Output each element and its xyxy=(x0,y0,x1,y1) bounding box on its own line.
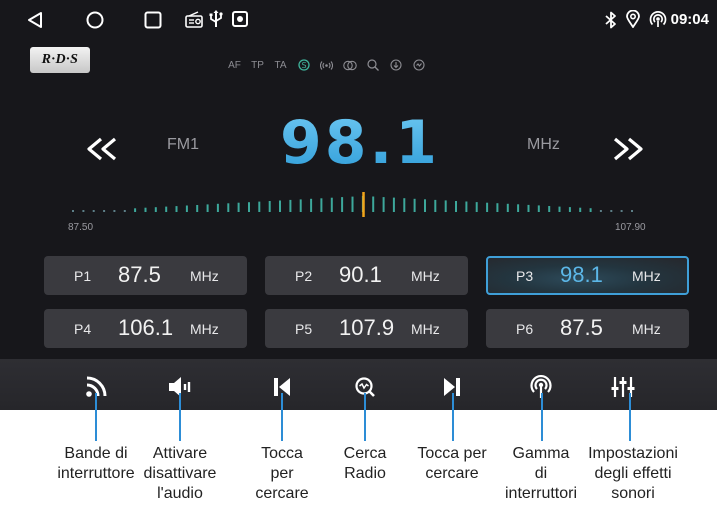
scale-ticks[interactable] xyxy=(0,190,717,225)
caption-line: Gamma xyxy=(512,445,570,462)
preset-frequency: 98.1 xyxy=(560,262,603,287)
svg-text:S: S xyxy=(301,61,306,70)
location-icon xyxy=(626,10,640,28)
recents-square-icon[interactable] xyxy=(144,11,162,29)
preset-unit: MHz xyxy=(632,321,661,337)
broadcast-icon[interactable] xyxy=(315,57,338,73)
preset-p5[interactable]: P5 107.9 MHz xyxy=(265,309,468,348)
caption-line: di xyxy=(534,465,548,482)
double-chevron-left-icon xyxy=(87,137,117,161)
bottom-toolbar xyxy=(0,359,717,410)
status-bar: 09:04 xyxy=(0,0,717,40)
preset-p2[interactable]: P2 90.1 MHz xyxy=(265,256,468,295)
caption-line: Tocca per xyxy=(417,445,487,462)
back-triangle-icon[interactable] xyxy=(27,11,43,29)
ta-toggle[interactable]: TA xyxy=(269,57,292,73)
preset-number: P5 xyxy=(295,321,313,337)
media-icon xyxy=(232,11,248,27)
af-toggle[interactable]: AF xyxy=(223,57,246,73)
tuning-scale[interactable]: 87.50 107.90 xyxy=(0,190,717,235)
preset-frequency: 87.5 xyxy=(118,262,161,287)
callout-line xyxy=(629,393,631,441)
band-label[interactable]: FM1 xyxy=(167,136,199,154)
callout-line xyxy=(179,393,181,441)
preset-number: P4 xyxy=(74,321,92,337)
preset-frequency: 106.1 xyxy=(118,315,174,340)
stereo-icon[interactable]: S xyxy=(292,57,315,73)
preset-p1[interactable]: P1 87.5 MHz xyxy=(44,256,247,295)
preset-number: P1 xyxy=(74,268,92,284)
caption-line: sonori xyxy=(611,485,655,502)
rds-badge[interactable]: R·D·S xyxy=(30,47,90,73)
caption-line: interruttore xyxy=(57,465,135,482)
preset-unit: MHz xyxy=(411,321,440,337)
caption-line: cercare xyxy=(255,485,309,502)
seek-forward-button[interactable] xyxy=(608,133,648,165)
equalizer-button[interactable] xyxy=(603,373,643,401)
caption-line: Impostazioni xyxy=(588,445,678,462)
caption-search-radio: Cerca Radio xyxy=(325,444,405,484)
caption-seek-previous: Tocca per cercare xyxy=(242,444,322,504)
equalizer-icon xyxy=(611,377,635,397)
scale-min-label: 87.50 xyxy=(68,222,94,233)
rds-options: AF TP TA S xyxy=(223,57,430,73)
preset-number: P3 xyxy=(516,268,534,284)
callout-line xyxy=(95,393,97,441)
preset-unit: MHz xyxy=(632,268,661,284)
scale-max-label: 107.90 xyxy=(615,222,646,233)
caption-seek-next: Tocca per cercare xyxy=(405,444,499,484)
caption-line: Attivare xyxy=(152,445,208,462)
callout-line xyxy=(541,393,543,441)
caption-line: Radio xyxy=(344,465,386,482)
preset-unit: MHz xyxy=(411,268,440,284)
radio-icon xyxy=(185,11,203,28)
unit-label: MHz xyxy=(527,136,560,153)
caption-line: Bande di xyxy=(64,445,128,462)
loudness-icon[interactable] xyxy=(338,57,361,73)
caption-equalizer: Impostazioni degli effetti sonori xyxy=(578,444,688,504)
tp-toggle[interactable]: TP xyxy=(246,57,269,73)
caption-line: l'audio xyxy=(157,485,203,502)
preset-frequency: 90.1 xyxy=(339,262,382,287)
caption-line: degli effetti xyxy=(594,465,672,482)
caption-mute: Attivare disattivare l'audio xyxy=(135,444,225,504)
preset-unit: MHz xyxy=(190,268,219,284)
clock: 09:04 xyxy=(670,11,709,28)
callout-line xyxy=(364,393,366,441)
preset-frequency: 107.9 xyxy=(339,315,395,340)
caption-line: Cerca xyxy=(343,445,387,462)
caption-line: cercare xyxy=(425,465,479,482)
hotspot-icon xyxy=(649,10,667,28)
caption-line: disattivare xyxy=(143,465,217,482)
double-chevron-right-icon xyxy=(613,137,643,161)
seek-back-button[interactable] xyxy=(82,133,122,165)
preset-number: P6 xyxy=(516,321,534,337)
preset-frequency: 87.5 xyxy=(560,315,603,340)
preset-p3[interactable]: P3 98.1 MHz xyxy=(486,256,689,295)
caption-line: Tocca xyxy=(261,445,303,462)
preset-p4[interactable]: P4 106.1 MHz xyxy=(44,309,247,348)
download-icon[interactable] xyxy=(384,57,407,73)
home-circle-icon[interactable] xyxy=(86,11,104,29)
scan-icon[interactable] xyxy=(407,57,430,73)
callout-line xyxy=(452,393,454,441)
preset-number: P2 xyxy=(295,268,313,284)
preset-p6[interactable]: P6 87.5 MHz xyxy=(486,309,689,348)
caption-range-switch: Gamma di interruttori xyxy=(497,444,585,504)
caption-line: interruttori xyxy=(504,485,578,502)
radio-screen: 09:04 R·D·S AF TP TA S FM1 98.1 MHz 87.5… xyxy=(0,0,717,410)
search-icon[interactable] xyxy=(361,57,384,73)
caption-band-switch: Bande di interruttore xyxy=(52,444,140,484)
caption-line: per xyxy=(270,465,294,482)
frequency-value: 98.1 xyxy=(250,108,470,178)
callout-line xyxy=(281,393,283,441)
preset-unit: MHz xyxy=(190,321,219,337)
usb-icon xyxy=(209,10,223,28)
bluetooth-icon xyxy=(605,11,617,29)
frequency-display: FM1 98.1 MHz xyxy=(0,95,717,195)
